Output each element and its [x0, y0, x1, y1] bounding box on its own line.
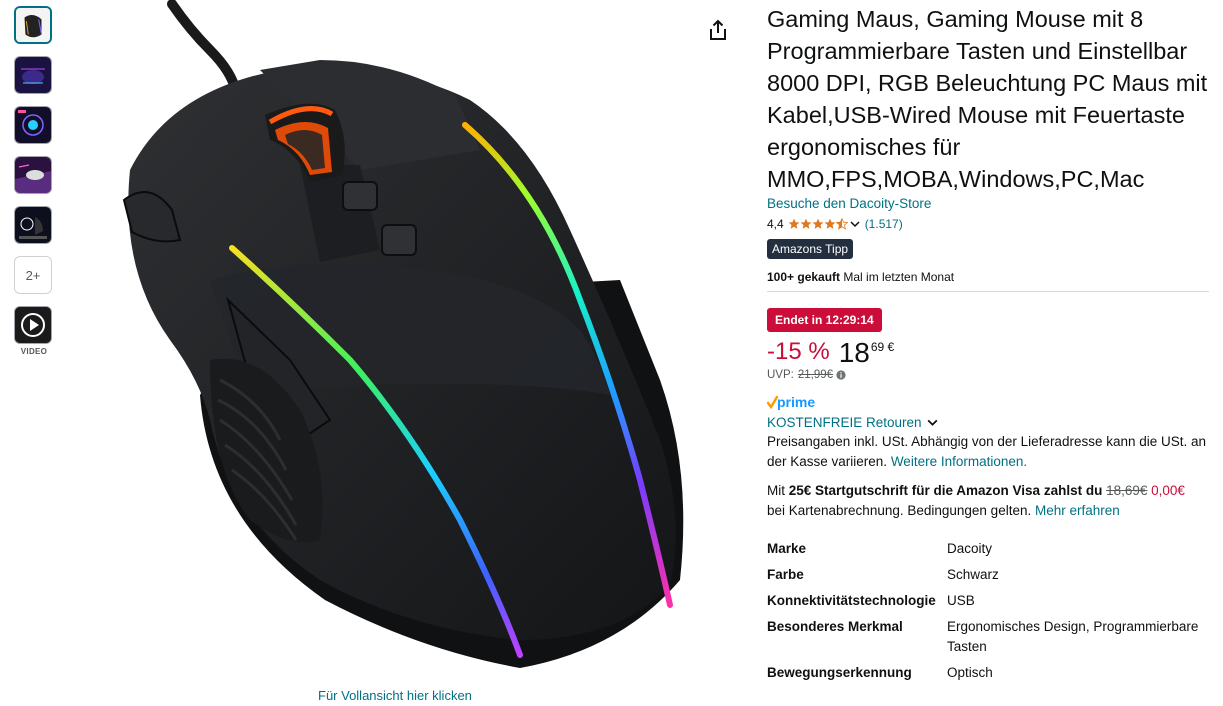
spec-key: Konnektivitätstechnologie — [767, 593, 936, 608]
returns-label: KOSTENFREIE Retouren — [767, 415, 922, 430]
visa-suffix: bei Kartenabrechnung. Bedingungen gelten… — [767, 503, 1035, 518]
chevron-down-icon — [927, 419, 938, 426]
spec-key: Besonderes Merkmal — [767, 619, 903, 634]
price-whole: 18 — [838, 337, 870, 368]
thumbnail-2[interactable] — [14, 56, 52, 94]
spec-value: Schwarz — [947, 567, 999, 582]
spec-row: Konnektivitätstechnologie USB — [767, 591, 1209, 611]
spec-value: Optisch — [947, 665, 993, 680]
spec-key: Farbe — [767, 567, 804, 582]
prime-icon: prime — [767, 394, 815, 410]
thumbnail-strip: 2+ VIDEO — [14, 6, 54, 356]
uvp-row: UVP: 21,99€ — [767, 369, 1209, 381]
price-fraction: 69 € — [870, 340, 895, 354]
prime-logo: prime — [767, 394, 1209, 412]
spec-row: Bewegungserkennung Optisch — [767, 663, 1209, 683]
star-icon — [788, 218, 800, 229]
chevron-down-icon[interactable] — [849, 218, 861, 230]
spec-key: Bewegungserkennung — [767, 665, 912, 680]
deal-timer-badge: Endet in 12:29:14 — [767, 308, 882, 332]
product-info: Gaming Maus, Gaming Mouse mit 8 Programm… — [767, 0, 1209, 689]
video-label: VIDEO — [20, 347, 48, 356]
visa-old-price: 18,69€ — [1106, 483, 1148, 498]
fullview-link[interactable]: Für Vollansicht hier klicken — [318, 688, 472, 703]
bought-info: 100+ gekauft Mal im letzten Monat — [767, 270, 1209, 292]
spec-row: Besonderes Merkmal Ergonomisches Design,… — [767, 617, 1209, 657]
tax-info: Preisangaben inkl. USt. Abhängig von der… — [767, 432, 1209, 472]
svg-text:prime: prime — [777, 394, 815, 410]
visa-new-price: 0,00€ — [1151, 483, 1185, 498]
star-half-icon — [835, 218, 848, 230]
spec-table: Marke Dacoity Farbe Schwarz Konnektivitä… — [767, 539, 1209, 683]
star-icon — [824, 218, 836, 229]
visa-bold: 25€ Startgutschrift für die Amazon Visa … — [788, 483, 1103, 498]
bought-count: 100+ gekauft — [767, 270, 841, 284]
more-images-label: 2+ — [25, 267, 41, 283]
thumbnail-4[interactable] — [14, 156, 52, 194]
rating-count-link[interactable]: (1.517) — [865, 217, 903, 231]
uvp-value: 21,99€ — [797, 369, 834, 381]
main-product-image[interactable] — [60, 0, 740, 680]
discount-percent: -15 % — [767, 338, 830, 365]
spec-row: Farbe Schwarz — [767, 565, 1209, 585]
rating-value: 4,4 — [767, 217, 784, 231]
play-icon — [15, 307, 51, 343]
thumbnail-5[interactable] — [14, 206, 52, 244]
thumbnail-3[interactable] — [14, 106, 52, 144]
more-images-button[interactable]: 2+ — [14, 256, 52, 294]
rating-row: 4,4 (1.517) — [767, 216, 1209, 232]
visa-more-link[interactable]: Mehr erfahren — [1035, 503, 1120, 518]
bought-suffix: Mal im letzten Monat — [840, 270, 955, 284]
share-icon[interactable] — [706, 18, 730, 42]
visa-prefix: Mit — [767, 483, 789, 498]
star-rating[interactable] — [788, 218, 848, 230]
spec-key: Marke — [767, 541, 807, 556]
star-icon — [812, 218, 824, 229]
store-link[interactable]: Besuche den Dacoity-Store — [767, 196, 1209, 211]
uvp-label: UVP: — [767, 369, 794, 381]
visa-offer: Mit 25€ Startgutschrift für die Amazon V… — [767, 481, 1209, 521]
product-title: Gaming Maus, Gaming Mouse mit 8 Programm… — [767, 6, 1208, 192]
price-row: -15 % 18 69 € — [767, 338, 1209, 370]
tax-more-info-link[interactable]: Weitere Informationen. — [891, 454, 1027, 469]
info-icon[interactable] — [836, 370, 846, 380]
spec-value: Dacoity — [947, 541, 993, 556]
amazons-tipp-badge: Amazons Tipp — [767, 239, 854, 259]
star-icon — [800, 218, 812, 229]
spec-value: USB — [947, 593, 975, 608]
thumbnail-1[interactable] — [14, 6, 52, 44]
spec-value: Ergonomisches Design, Programmierbare Ta… — [947, 619, 1199, 654]
free-returns-link[interactable]: KOSTENFREIE Retouren — [767, 415, 1209, 430]
spec-row: Marke Dacoity — [767, 539, 1209, 559]
video-thumbnail[interactable] — [14, 306, 52, 344]
